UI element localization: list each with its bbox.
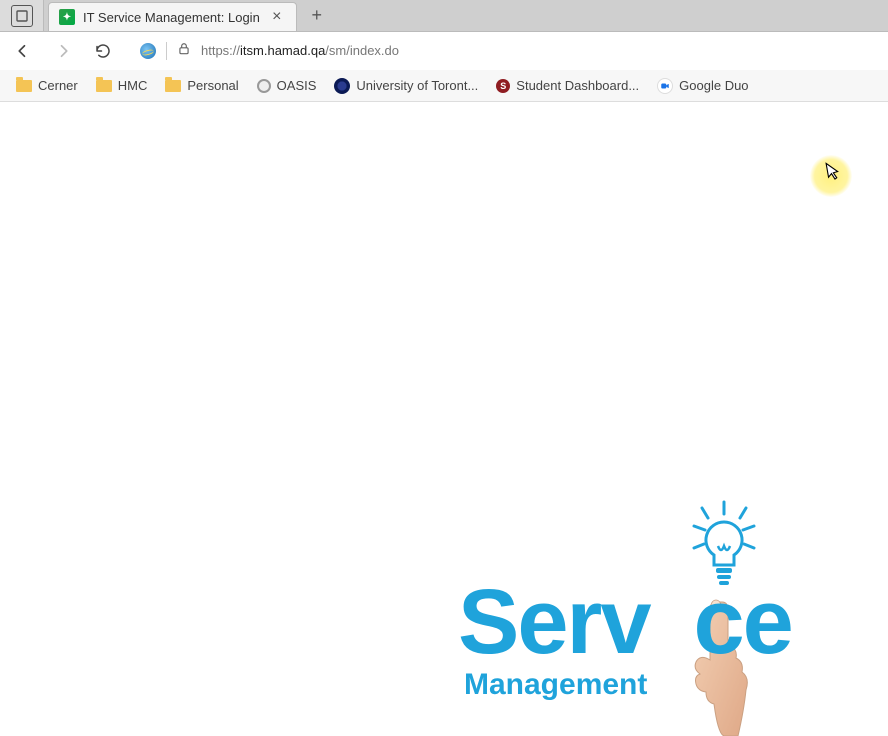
bookmark-uoft[interactable]: University of Toront... — [334, 78, 478, 94]
url-path: /sm/index.do — [325, 43, 399, 58]
bookmark-hmc[interactable]: HMC — [96, 78, 148, 93]
bookmark-label: Cerner — [38, 78, 78, 93]
ie-mode-icon — [140, 43, 156, 59]
back-button[interactable] — [10, 38, 36, 64]
folder-icon — [16, 80, 32, 92]
folder-icon — [165, 80, 181, 92]
close-tab-button[interactable]: × — [268, 8, 286, 26]
student-dashboard-icon: S — [496, 79, 510, 93]
logo-service-word: Servce — [458, 570, 792, 675]
toolbar: https://itsm.hamad.qa/sm/index.do — [0, 32, 888, 70]
folder-icon — [96, 80, 112, 92]
bookmark-label: Google Duo — [679, 78, 748, 93]
url-text: https://itsm.hamad.qa/sm/index.do — [201, 43, 399, 58]
bookmark-student-dashboard[interactable]: S Student Dashboard... — [496, 78, 639, 93]
google-duo-icon — [657, 78, 673, 94]
address-separator — [166, 42, 167, 60]
tab-actions-button[interactable] — [0, 0, 44, 31]
tab-title: IT Service Management: Login — [83, 10, 260, 25]
lock-icon — [177, 42, 191, 59]
tab-actions-icon — [11, 5, 33, 27]
bookmark-label: OASIS — [277, 78, 317, 93]
bookmark-personal[interactable]: Personal — [165, 78, 238, 93]
url-scheme: https:// — [201, 43, 240, 58]
oasis-icon — [257, 79, 271, 93]
bookmarks-bar: Cerner HMC Personal OASIS University of … — [0, 70, 888, 102]
bookmark-google-duo[interactable]: Google Duo — [657, 78, 748, 94]
logo-management-word: Management — [464, 668, 647, 702]
bookmark-cerner[interactable]: Cerner — [16, 78, 78, 93]
finger-icon — [690, 596, 750, 736]
forward-button[interactable] — [50, 38, 76, 64]
bookmark-label: Personal — [187, 78, 238, 93]
address-bar[interactable]: https://itsm.hamad.qa/sm/index.do — [130, 36, 878, 66]
tab-favicon: ✦ — [59, 9, 75, 25]
bookmark-label: Student Dashboard... — [516, 78, 639, 93]
new-tab-button[interactable]: + — [301, 0, 333, 31]
page-content: Servce Management — [0, 102, 888, 720]
uoft-icon — [334, 78, 350, 94]
browser-tab[interactable]: ✦ IT Service Management: Login × — [48, 2, 297, 31]
bookmark-label: HMC — [118, 78, 148, 93]
bookmark-oasis[interactable]: OASIS — [257, 78, 317, 93]
lightbulb-icon — [690, 500, 758, 588]
bookmark-label: University of Toront... — [356, 78, 478, 93]
reload-button[interactable] — [90, 38, 116, 64]
service-management-logo: Servce Management — [458, 500, 858, 730]
url-host: itsm.hamad.qa — [240, 43, 325, 58]
tab-strip: ✦ IT Service Management: Login × + — [0, 0, 888, 32]
